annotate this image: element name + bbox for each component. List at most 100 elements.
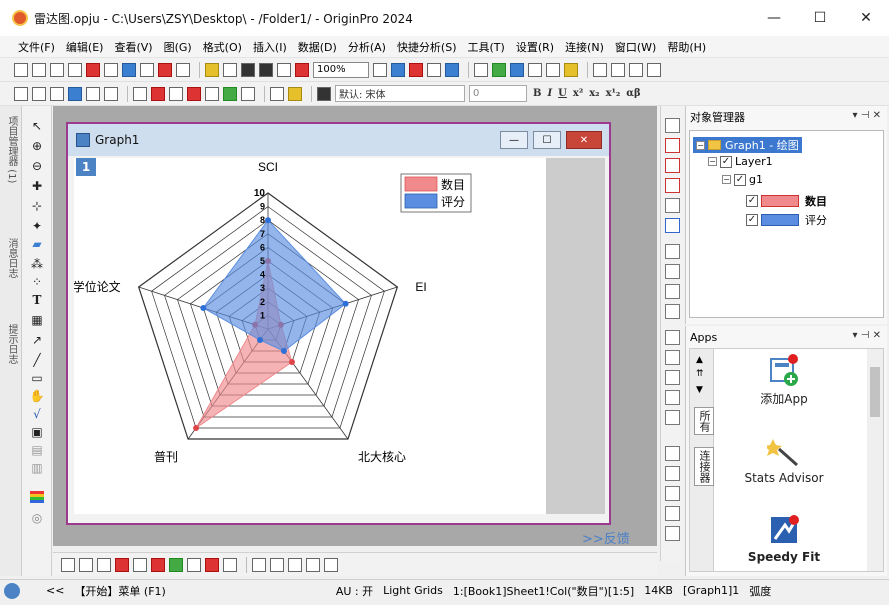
layer-contents-icon[interactable]	[546, 62, 560, 77]
ternary-plot-icon[interactable]	[205, 557, 219, 572]
line-tool-icon[interactable]: ╱	[29, 352, 45, 368]
duplicate-icon[interactable]	[445, 62, 459, 77]
add-legend-icon[interactable]	[665, 218, 680, 233]
close-button[interactable]: ✕	[843, 0, 889, 36]
maximize-button[interactable]: ☐	[797, 0, 843, 36]
align-center-icon[interactable]	[665, 410, 680, 425]
arrow-tool-icon[interactable]: ↗	[29, 332, 45, 348]
collapse-icon[interactable]: −	[696, 140, 705, 150]
tree-node-group[interactable]: − ✓ g1	[722, 173, 763, 186]
data-selector-icon[interactable]: ▰	[29, 236, 45, 252]
same-height-icon[interactable]	[665, 466, 680, 481]
tree-node-graph[interactable]: − Graph1 - 绘图	[693, 137, 802, 153]
align-top-icon[interactable]	[665, 370, 680, 385]
status-start-menu[interactable]: 【开始】菜单 (F1)	[74, 583, 165, 599]
menu-insert[interactable]: 插入(I)	[253, 39, 287, 55]
scatter-plot-icon[interactable]	[79, 557, 93, 572]
contour-plot-icon[interactable]	[223, 557, 237, 572]
graph-window-titlebar[interactable]: Graph1 — ☐ ✕	[68, 124, 609, 156]
rescale-z-icon[interactable]	[665, 178, 680, 193]
refresh-icon[interactable]	[427, 62, 441, 77]
panel-pin-controls[interactable]: ▾ ⊣ ✕	[853, 330, 881, 341]
font-select[interactable]: 默认: 宋体	[335, 85, 465, 102]
line-symbol-plot-icon[interactable]	[97, 557, 111, 572]
table-tool-icon[interactable]: ▤	[29, 442, 45, 458]
insert-graph-icon[interactable]: ▦	[29, 312, 45, 328]
undo-icon[interactable]	[133, 86, 147, 101]
menu-analysis[interactable]: 分析(A)	[348, 39, 386, 55]
new-folder-icon[interactable]	[32, 62, 46, 77]
menu-window[interactable]: 窗口(W)	[615, 39, 656, 55]
messages-log-tab[interactable]: 消息日志	[3, 238, 19, 278]
new-project-icon[interactable]	[14, 62, 28, 77]
surface-plot-icon[interactable]	[270, 557, 284, 572]
error-bar-plot-icon[interactable]	[151, 557, 165, 572]
bold-button[interactable]: B	[533, 88, 541, 99]
layout-tool-icon[interactable]: ▥	[29, 460, 45, 476]
open-icon[interactable]	[205, 62, 219, 77]
color-bar-icon[interactable]	[29, 490, 45, 506]
graph-minimize-button[interactable]: —	[500, 131, 528, 149]
forward-icon[interactable]	[32, 86, 46, 101]
statistics-plot-icon[interactable]	[133, 557, 147, 572]
group-icon[interactable]	[223, 86, 237, 101]
front-order-icon[interactable]	[665, 506, 680, 521]
rescale-y-icon[interactable]	[665, 158, 680, 173]
align-left-icon[interactable]	[665, 330, 680, 345]
italic-button[interactable]: I	[547, 88, 552, 99]
apps-scrollbar[interactable]	[867, 349, 883, 571]
screen-reader-icon[interactable]: ⊹	[29, 198, 45, 214]
code-builder-icon[interactable]	[528, 62, 542, 77]
multi-panel-icon[interactable]	[306, 557, 320, 572]
statistics-icon[interactable]	[611, 62, 625, 77]
data-reader-icon[interactable]: ✦	[29, 218, 45, 234]
layer-checkbox[interactable]: ✓	[720, 155, 732, 168]
recalculate-icon[interactable]	[295, 62, 309, 77]
menu-settings[interactable]: 设置(R)	[516, 39, 554, 55]
menu-connect[interactable]: 连接(N)	[565, 39, 604, 55]
project-explorer-tab[interactable]: 项目管理器 (1)	[3, 116, 19, 183]
area-plot-icon[interactable]	[169, 557, 183, 572]
menu-tools[interactable]: 工具(T)	[468, 39, 505, 55]
plot-checkbox[interactable]: ✓	[746, 195, 758, 207]
menu-format[interactable]: 格式(O)	[203, 39, 242, 55]
new-graph-icon[interactable]	[86, 62, 100, 77]
draw-data-icon[interactable]: ⁘	[29, 274, 45, 290]
hand-icon[interactable]: ✋	[29, 388, 45, 404]
supersub-button[interactable]: x¹₂	[606, 88, 621, 99]
collapse-icon[interactable]: −	[722, 175, 731, 184]
apps-icon[interactable]	[564, 62, 578, 77]
group-checkbox[interactable]: ✓	[734, 173, 746, 186]
new-excel-icon[interactable]	[158, 62, 172, 77]
graph-restore-button[interactable]: ☐	[533, 131, 561, 149]
apps-tab-all[interactable]: 所有	[694, 407, 714, 435]
graph-window[interactable]: Graph1 — ☐ ✕ 1 1 2 3 4 5 6 7 8 9 10 SCI EI 北大核心 普刊 学位论…	[66, 122, 611, 525]
align-icon[interactable]	[169, 86, 183, 101]
add-layer-icon[interactable]	[68, 86, 82, 101]
smart-hint-log-tab[interactable]: 提示日志	[3, 324, 19, 364]
feedback-link[interactable]: >>反馈	[582, 528, 630, 547]
zoom-in-icon[interactable]: ⊕	[29, 138, 45, 154]
underline-button[interactable]: U	[558, 88, 567, 99]
search-icon[interactable]	[4, 582, 20, 599]
column-plot-icon[interactable]	[115, 557, 129, 572]
align-right-icon[interactable]	[665, 350, 680, 365]
import-icon[interactable]	[277, 62, 291, 77]
new-function-icon[interactable]	[104, 62, 118, 77]
command-window-icon[interactable]	[510, 62, 524, 77]
same-width-icon[interactable]	[665, 446, 680, 461]
scale-icon[interactable]: ✚	[29, 178, 45, 194]
menu-view[interactable]: 查看(V)	[114, 39, 152, 55]
distribute-icon[interactable]	[665, 486, 680, 501]
subscript-button[interactable]: x₂	[589, 88, 599, 99]
scroll-top-icon[interactable]: ⇈	[696, 369, 704, 379]
column-format-icon[interactable]	[647, 62, 661, 77]
add-scale-icon[interactable]	[665, 284, 680, 299]
radar-chart[interactable]: 1 2 3 4 5 6 7 8 9 10 SCI EI 北大核心 普刊 学位论文 数目评分	[73, 158, 546, 514]
panel-pin-controls[interactable]: ▾ ⊣ ✕	[853, 110, 881, 121]
tree-node-plot[interactable]: ✓ 数目	[746, 193, 827, 209]
back-icon[interactable]	[14, 86, 28, 101]
graph-page[interactable]: 1 1 2 3 4 5 6 7 8 9 10 SCI EI 北大核心 普刊 学位论文 数目 评分	[73, 158, 546, 514]
open-template-icon[interactable]	[223, 62, 237, 77]
layer-tool-icon[interactable]	[665, 118, 680, 133]
